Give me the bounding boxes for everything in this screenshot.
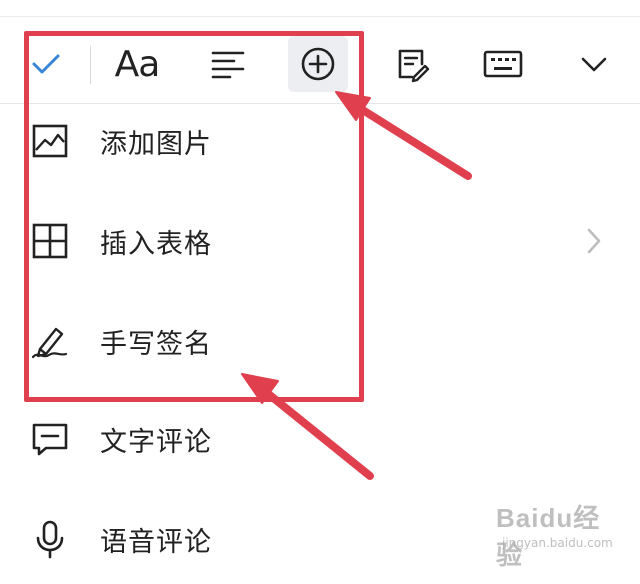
- chevron-down-icon: [581, 57, 607, 72]
- insert-button[interactable]: [288, 36, 348, 92]
- chevron-right-icon: [582, 226, 606, 256]
- plus-circle-icon: [301, 47, 335, 81]
- menu-item-text-comment[interactable]: 文字评论: [0, 394, 640, 484]
- font-button[interactable]: Aa: [107, 36, 167, 92]
- table-icon: [30, 221, 70, 261]
- menu-item-handwritten-signature[interactable]: 手写签名: [0, 296, 640, 386]
- signature-pen-icon: [30, 321, 70, 361]
- confirm-button[interactable]: [16, 36, 76, 92]
- microphone-icon: [30, 519, 70, 559]
- note-edit-icon: [398, 49, 430, 83]
- editor-toolbar: Aa: [0, 20, 640, 100]
- menu-item-label: 文字评论: [100, 426, 212, 458]
- text-comment-icon: [30, 419, 70, 459]
- check-icon: [32, 54, 60, 74]
- keyboard-button[interactable]: [473, 36, 533, 92]
- image-icon: [30, 121, 70, 161]
- menu-item-label: 添加图片: [100, 128, 212, 160]
- menu-item-voice-comment[interactable]: 语音评论: [0, 494, 640, 584]
- align-left-icon: [211, 51, 245, 79]
- menu-item-add-image[interactable]: 添加图片: [0, 96, 640, 186]
- menu-item-label: 语音评论: [100, 526, 212, 558]
- notes-button[interactable]: [382, 36, 442, 92]
- menu-item-label: 手写签名: [100, 328, 212, 360]
- collapse-button[interactable]: [564, 36, 624, 92]
- top-divider: [0, 16, 640, 17]
- font-aa-icon: Aa: [114, 43, 161, 85]
- toolbar-separator: [90, 46, 91, 84]
- menu-item-insert-table[interactable]: 插入表格: [0, 196, 640, 286]
- keyboard-icon: [483, 50, 523, 78]
- menu-item-label: 插入表格: [100, 228, 212, 260]
- align-button[interactable]: [198, 36, 258, 92]
